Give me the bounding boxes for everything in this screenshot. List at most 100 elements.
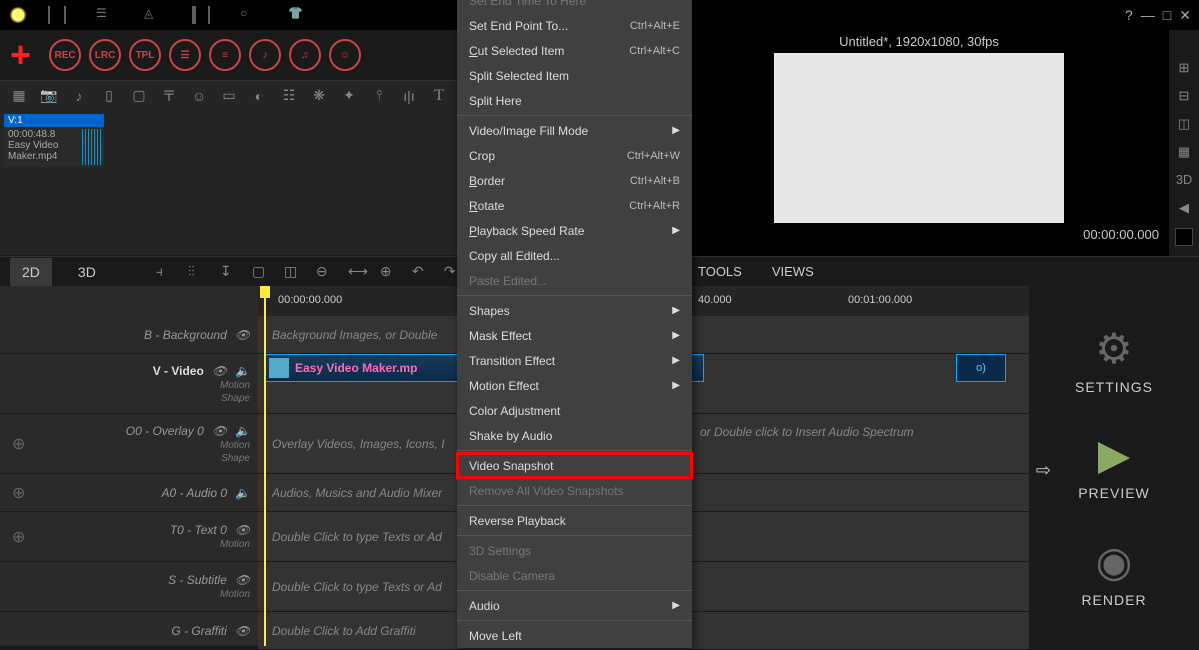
speaker-icon[interactable]: 🔈 <box>235 424 250 438</box>
settings-button[interactable]: ⚙ SETTINGS <box>1075 324 1153 395</box>
cm-audio[interactable]: Audio ▶ <box>457 593 692 618</box>
strip-icon-4[interactable]: ▦ <box>1175 144 1193 162</box>
cm-cut[interactable]: Cut Selected Item Ctrl+Alt+C <box>457 38 692 63</box>
eq-icon[interactable]: ı|ı <box>400 87 418 105</box>
cm-rotate[interactable]: Rotate Ctrl+Alt+R <box>457 193 692 218</box>
music-button[interactable]: ♪ <box>249 39 281 71</box>
top-icon-5[interactable]: ○ <box>240 6 258 24</box>
preview-canvas[interactable] <box>774 53 1064 223</box>
cm-3d-settings[interactable]: 3D Settings <box>457 538 692 563</box>
eye-icon[interactable]: 👁 <box>235 573 250 587</box>
cm-copy-all[interactable]: Copy all Edited... <box>457 243 692 268</box>
layout-icon[interactable]: ▦ <box>10 87 28 105</box>
strip-icon-2[interactable]: ⊟ <box>1175 88 1193 106</box>
crop-icon[interactable]: ▢ <box>130 87 148 105</box>
eye-icon[interactable]: 👁 <box>235 328 250 342</box>
media-clip[interactable]: V:1 00:00:48.8 Easy Video Maker.mp4 <box>4 114 104 167</box>
down-icon[interactable]: ↧ <box>220 263 238 281</box>
cm-shake[interactable]: Shake by Audio <box>457 423 692 448</box>
playhead[interactable] <box>264 286 266 646</box>
track-subtitle-label[interactable]: S - Subtitle 👁 Motion <box>0 562 258 612</box>
wave-button[interactable]: ♫ <box>289 39 321 71</box>
cm-crop[interactable]: Crop Ctrl+Alt+W <box>457 143 692 168</box>
top-icon-6[interactable]: 👕 <box>288 6 306 24</box>
track-audio-label[interactable]: ⊕ A0 - Audio 0 🔈 <box>0 474 258 512</box>
render-button[interactable]: ◉ RENDER <box>1081 537 1146 608</box>
cm-transition[interactable]: Transition Effect ▶ <box>457 348 692 373</box>
list2-icon[interactable]: ☷ <box>280 87 298 105</box>
battery-icon[interactable]: ▭ <box>220 87 238 105</box>
strip-tri-icon[interactable]: ◀ <box>1175 200 1193 218</box>
strip-3d-icon[interactable]: 3D <box>1175 172 1193 190</box>
tab-2d[interactable]: 2D <box>10 258 52 286</box>
tab-tools[interactable]: TOOLS <box>698 264 742 279</box>
maximize-button[interactable]: □ <box>1163 7 1171 24</box>
preview-button[interactable]: ▶ PREVIEW <box>1078 430 1150 501</box>
strip-color-icon[interactable] <box>1175 228 1193 246</box>
top-icon-3[interactable]: ◬ <box>144 6 162 24</box>
help-button[interactable]: ? <box>1125 7 1133 24</box>
cm-motion[interactable]: Motion Effect ▶ <box>457 373 692 398</box>
eye-icon[interactable]: 👁 <box>212 424 227 438</box>
text-icon[interactable]: 〒 <box>160 87 178 105</box>
close-button[interactable]: ✕ <box>1179 7 1191 24</box>
speaker-icon[interactable]: 🔈 <box>235 364 250 378</box>
cm-move-left[interactable]: Move Left <box>457 623 692 648</box>
type-icon[interactable]: T <box>430 87 448 105</box>
top-icon-4[interactable] <box>192 6 210 24</box>
cm-color-adj[interactable]: Color Adjustment <box>457 398 692 423</box>
puzzle-icon[interactable]: ✦ <box>340 87 358 105</box>
strip-icon-1[interactable]: ⊞ <box>1175 60 1193 78</box>
add-track-icon[interactable]: ⊕ <box>12 434 25 454</box>
cm-fill-mode[interactable]: Video/Image Fill Mode ▶ <box>457 118 692 143</box>
tab-3d[interactable]: 3D <box>66 258 108 286</box>
zoom-in-icon[interactable]: ⊕ <box>380 263 398 281</box>
track-graffiti-label[interactable]: G - Graffiti 👁 <box>0 612 258 650</box>
top-icon-2[interactable]: ☰ <box>96 6 114 24</box>
list-button[interactable]: ☰ <box>169 39 201 71</box>
cm-disable-camera[interactable]: Disable Camera <box>457 563 692 588</box>
film-icon[interactable]: ▯ <box>100 87 118 105</box>
eye-icon[interactable]: 👁 <box>212 364 227 378</box>
tab-views[interactable]: VIEWS <box>772 264 814 279</box>
flower-icon[interactable]: ❋ <box>310 87 328 105</box>
add-button[interactable]: + <box>10 34 31 76</box>
top-icon-1[interactable] <box>48 6 66 24</box>
zoom-out-icon[interactable]: ⊖ <box>316 263 334 281</box>
track-bg-label[interactable]: B - Background 👁 <box>0 316 258 354</box>
cm-set-end-time[interactable]: Set End Time To Here <box>457 0 692 13</box>
speaker-icon[interactable]: 🔈 <box>235 486 250 500</box>
track-overlay-label[interactable]: ⊕ O0 - Overlay 0 👁 🔈 Motion Shape <box>0 414 258 474</box>
add-track-icon[interactable]: ⊕ <box>12 527 25 547</box>
contrast-icon[interactable]: ◐ <box>250 87 268 105</box>
cm-set-end-point[interactable]: Set End Point To... Ctrl+Alt+E <box>457 13 692 38</box>
menu-button[interactable]: ≡ <box>209 39 241 71</box>
cm-remove-snapshots[interactable]: Remove All Video Snapshots <box>457 478 692 503</box>
smile-icon[interactable]: ☺ <box>190 87 208 105</box>
cm-reverse[interactable]: Reverse Playback <box>457 508 692 533</box>
cm-speed[interactable]: Playback Speed Rate ▶ <box>457 218 692 243</box>
cm-split-here[interactable]: Split Here <box>457 88 692 113</box>
align-icon[interactable]: ⫞ <box>156 263 174 281</box>
minimize-button[interactable]: — <box>1141 7 1155 24</box>
undo-icon[interactable]: ↶ <box>412 263 430 281</box>
cm-paste-edited[interactable]: Paste Edited... <box>457 268 692 293</box>
add-track-icon[interactable]: ⊕ <box>12 483 25 503</box>
sel2-icon[interactable]: ◫ <box>284 263 302 281</box>
camera-icon[interactable]: 📷 <box>40 87 58 105</box>
cm-border[interactable]: Border Ctrl+Alt+B <box>457 168 692 193</box>
video-clip-end[interactable]: o) <box>956 354 1006 382</box>
rec-button[interactable]: REC <box>49 39 81 71</box>
grid-icon[interactable]: ⫶⫶ <box>188 263 206 281</box>
cm-shapes[interactable]: Shapes ▶ <box>457 298 692 323</box>
user-button[interactable]: ☺ <box>329 39 361 71</box>
lrc-button[interactable]: LRC <box>89 39 121 71</box>
eye-icon[interactable]: 👁 <box>235 624 250 638</box>
slider-icon[interactable]: ⫯ <box>370 87 388 105</box>
cm-mask[interactable]: Mask Effect ▶ <box>457 323 692 348</box>
tpl-button[interactable]: TPL <box>129 39 161 71</box>
sel-icon[interactable]: ▢ <box>252 263 270 281</box>
track-video-label[interactable]: V - Video 👁 🔈 Motion Shape <box>0 354 258 414</box>
cm-video-snapshot[interactable]: Video Snapshot <box>457 453 692 478</box>
fit-icon[interactable]: ⟷ <box>348 263 366 281</box>
